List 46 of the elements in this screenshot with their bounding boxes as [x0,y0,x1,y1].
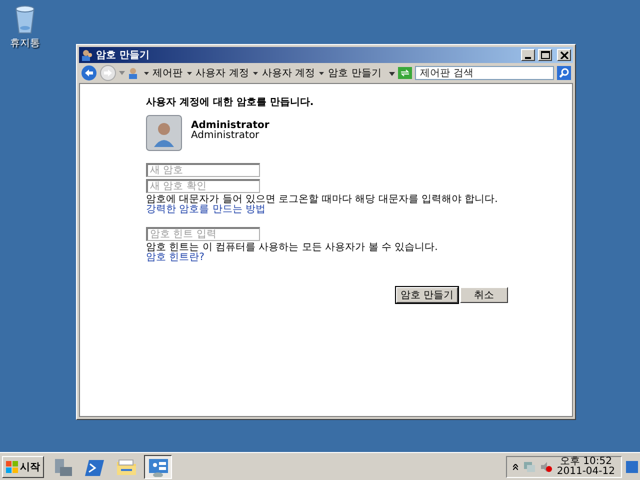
address-bar[interactable]: 제어판 사용자 계정 사용자 계정 암호 만들기 [128,65,396,81]
page-heading: 사용자 계정에 대한 암호를 만듭니다. [146,96,314,109]
chevron-icon[interactable] [144,70,149,76]
users-icon [81,49,93,61]
back-icon[interactable] [81,65,97,81]
hint-link[interactable]: 암호 힌트란? [146,253,204,263]
chevron-icon[interactable] [319,70,324,76]
caps-note: 암호에 대문자가 들어 있으면 로그온할 때마다 해당 대문자를 입력해야 합니다. [146,195,498,205]
breadcrumb[interactable]: 제어판 [152,66,183,80]
start-button[interactable]: 시작 [2,456,44,478]
close-icon [560,51,568,59]
window-title: 암호 만들기 [96,49,150,62]
chevron-icon[interactable] [186,70,192,76]
hint-note: 암호 힌트는 이 컴퓨터를 사용하는 모든 사용자가 볼 수 있습니다. [146,243,438,253]
taskbar-app[interactable] [144,454,172,478]
speaker-muted-icon[interactable] [540,460,552,472]
password-field[interactable]: 새 암호 [146,163,260,177]
breadcrumb[interactable]: 사용자 계정 [196,66,249,80]
chevron-icon[interactable] [252,70,258,76]
start-logo-icon [6,460,18,472]
show-desktop-icon[interactable] [626,460,638,472]
breadcrumb[interactable]: 암호 만들기 [328,66,382,80]
search-icon[interactable] [557,66,572,80]
cancel-button[interactable]: 취소 [460,287,508,303]
search-field[interactable]: 제어판 검색 [415,66,554,80]
password-field[interactable]: 새 암호 확인 [146,179,260,193]
folder-icon [116,456,136,476]
users-icon [128,67,140,79]
user-avatar-icon [146,115,182,151]
maximize-button[interactable] [538,49,552,61]
user-name: Administrator [191,121,270,131]
minimize-button[interactable] [521,49,535,61]
create-password-button[interactable]: 암호 만들기 [396,287,458,303]
user-role: Administrator [191,131,260,141]
recycle-bin-icon[interactable] [13,4,37,34]
dropdown-icon[interactable] [389,70,396,76]
close-button[interactable] [557,49,571,61]
breadcrumb[interactable]: 사용자 계정 [262,66,316,80]
chevron-up-icon[interactable] [512,464,518,470]
maximize-icon [540,51,550,59]
clock-time: 오후 10:52 [560,456,612,466]
hint-field[interactable]: 암호 힌트 입력 [146,227,260,241]
clock-date: 2011-04-12 [556,466,615,476]
strong-password-link[interactable]: 강력한 암호를 만드는 방법 [146,205,266,215]
desktop-icon-label: 휴지통 [10,37,40,50]
control-panel-icon [148,456,168,476]
